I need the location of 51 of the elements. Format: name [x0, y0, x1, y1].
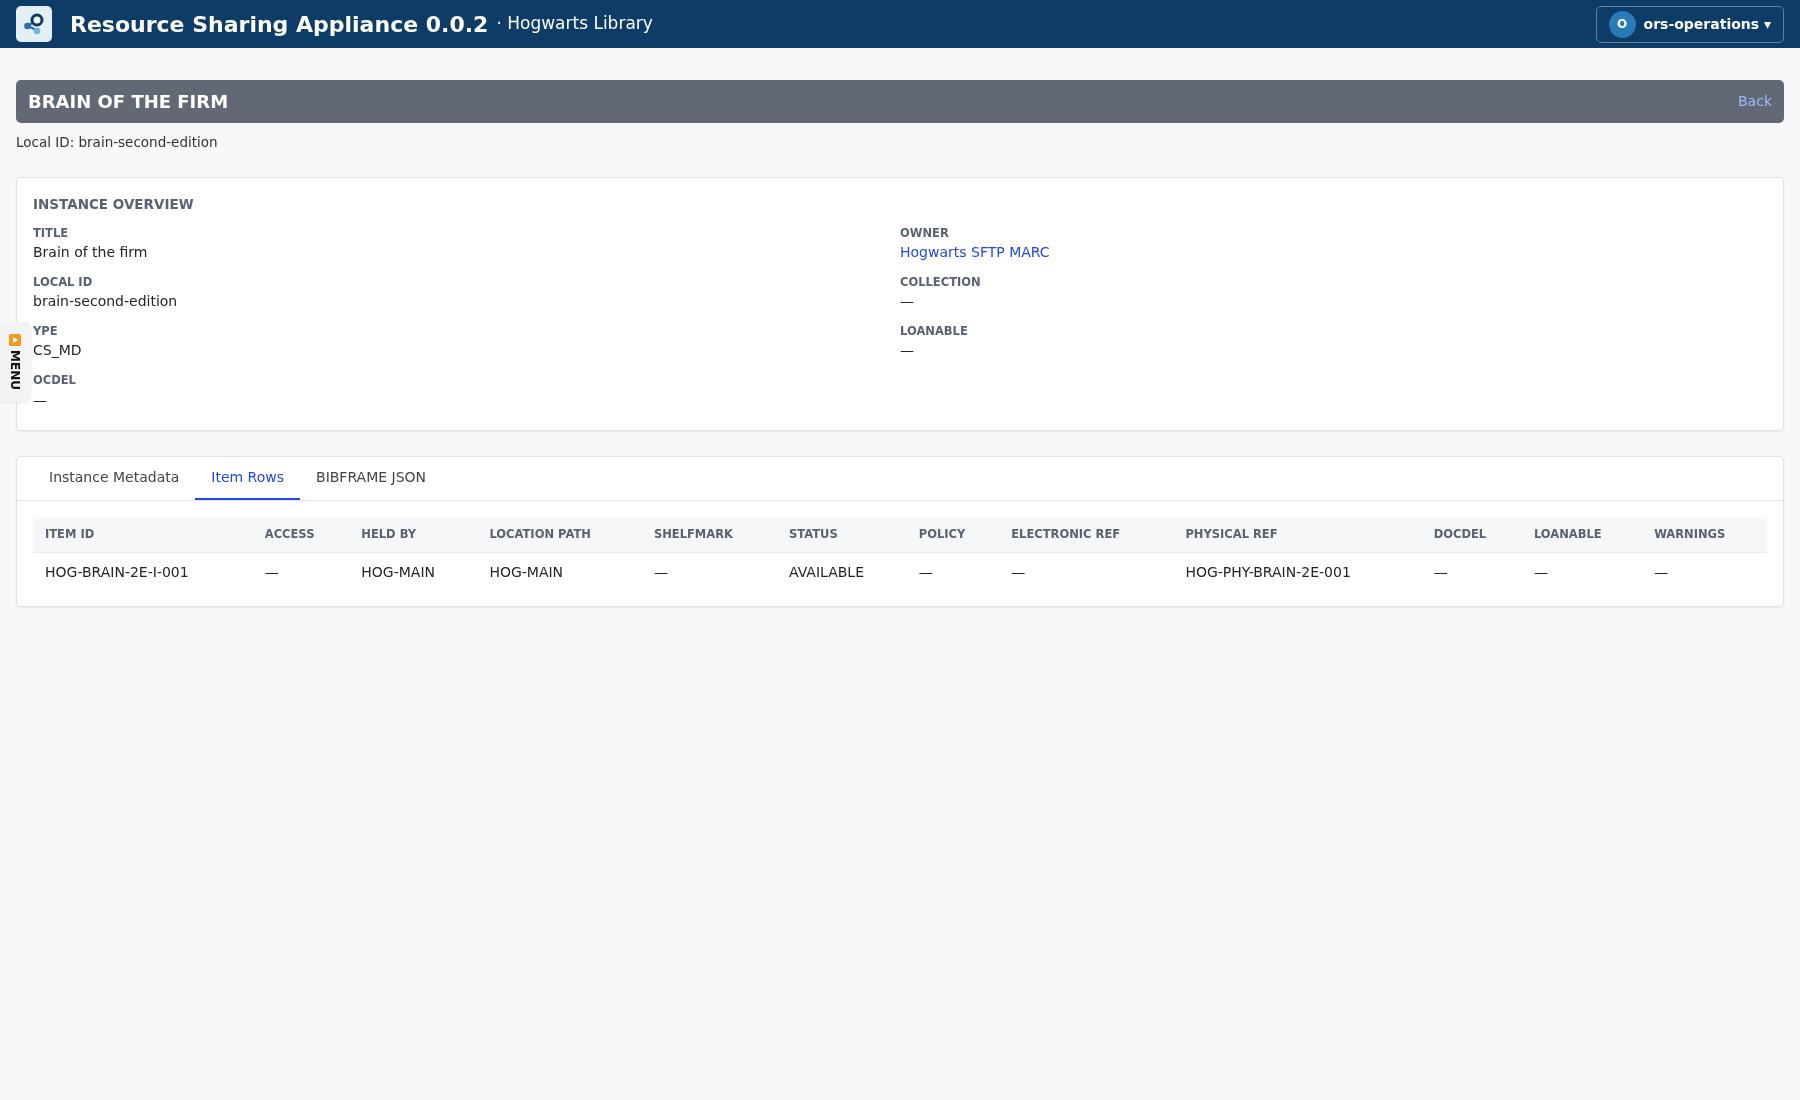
table-cell: — — [1642, 552, 1767, 592]
tab[interactable]: BIBFRAME JSON — [300, 456, 443, 500]
field-value: CS_MD — [33, 341, 82, 361]
column-header: ITEM ID — [33, 516, 253, 553]
field-label: OWNER — [900, 224, 949, 242]
tab[interactable]: Instance Metadata — [33, 456, 196, 500]
column-header: LOANABLE — [1521, 516, 1643, 553]
field-value: — — [900, 292, 914, 311]
column-header: ELECTRONIC REF — [999, 516, 1174, 553]
tab[interactable]: Item Rows — [195, 456, 301, 500]
table-cell: HOG-MAIN — [349, 552, 478, 592]
table-cell: — — [1521, 552, 1643, 592]
column-header: DOCDEL — [1421, 516, 1522, 553]
section-heading: INSTANCE OVERVIEW — [33, 195, 195, 215]
field-label: TITLE — [33, 224, 69, 242]
field-label: OCDEL — [33, 372, 76, 390]
user-menu-button[interactable]: O ors-operations ▾ — [1595, 5, 1784, 43]
field-label: YPE — [33, 323, 58, 340]
field-label: COLLECTION — [900, 273, 981, 291]
column-header: ACCESS — [252, 516, 350, 553]
table-cell: — — [906, 552, 1000, 592]
column-header: PHYSICAL REF — [1173, 516, 1422, 553]
column-header: SHELFMARK — [641, 516, 777, 553]
column-header: STATUS — [776, 516, 907, 553]
table-cell: — — [252, 552, 350, 592]
user-avatar: O — [1608, 10, 1636, 38]
field-value: — — [900, 341, 914, 361]
column-header: HELD BY — [349, 516, 478, 553]
field-label: LOANABLE — [900, 323, 968, 340]
field-label: LOCAL ID — [33, 273, 93, 291]
table-cell: HOG-MAIN — [477, 552, 642, 592]
table-cell: — — [641, 552, 777, 592]
table-cell: HOG-BRAIN-2E-I-001 — [33, 552, 253, 592]
side-menu-tab[interactable]: MENU — [0, 322, 30, 402]
column-header: WARNINGS — [1642, 516, 1767, 553]
table-cell: — — [1421, 552, 1522, 592]
app-title: Resource Sharing Appliance 0.0.2 — [70, 10, 489, 39]
library-name: · Hogwarts Library — [496, 12, 653, 36]
table-cell: AVAILABLE — [776, 552, 907, 592]
field-link[interactable]: Hogwarts SFTP MARC — [900, 243, 1050, 260]
field-value: brain-second-edition — [33, 292, 178, 311]
local-id-text: Local ID: brain-second-edition — [16, 133, 219, 152]
field-value: Brain of the firm — [33, 242, 148, 262]
play-icon — [9, 334, 21, 346]
app-logo-icon — [16, 6, 52, 42]
table-cell: HOG-PHY-BRAIN-2E-001 — [1173, 552, 1422, 592]
table-cell: — — [999, 552, 1174, 592]
field-value: — — [33, 390, 47, 410]
column-header: LOCATION PATH — [477, 516, 642, 553]
page-title: BRAIN OF THE FIRM — [28, 90, 229, 114]
column-header: POLICY — [906, 516, 1000, 553]
